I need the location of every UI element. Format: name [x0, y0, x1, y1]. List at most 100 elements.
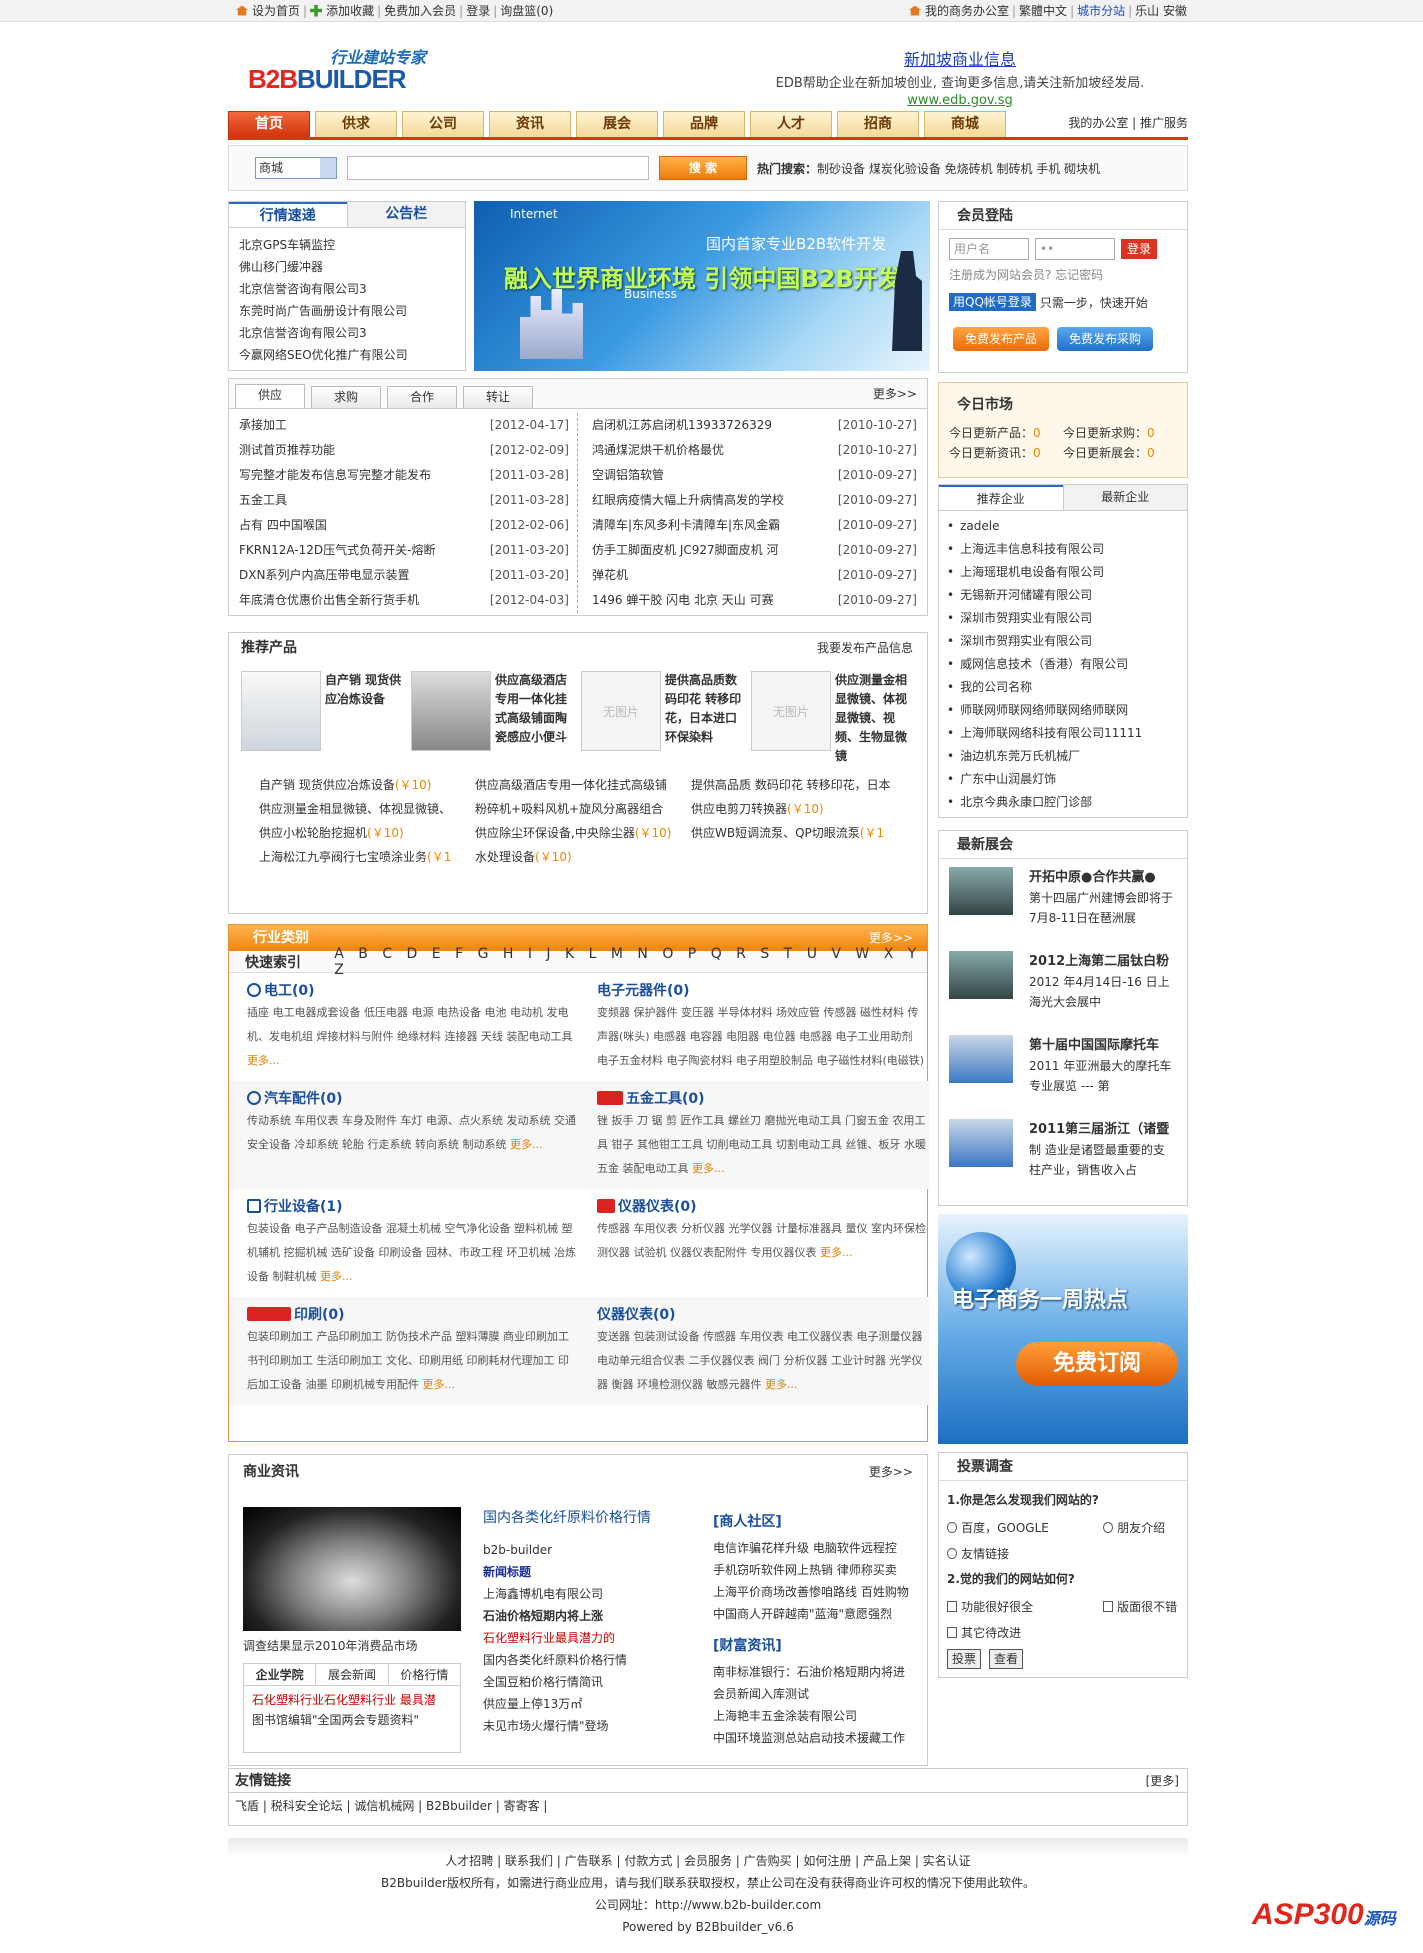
nav-tab-news[interactable]: 资讯 [489, 111, 571, 137]
login-link[interactable]: 登录 [466, 2, 490, 19]
tab-announcement[interactable]: 公告栏 [346, 202, 465, 227]
product-image[interactable] [241, 671, 321, 751]
list-item[interactable]: 会员新闻入库测试 [713, 1683, 923, 1705]
no-image-placeholder[interactable]: 无图片 [751, 671, 831, 751]
category-link[interactable]: 电工(0) [264, 980, 315, 1000]
list-item[interactable]: 承接加工 [2012-04-17] [239, 413, 569, 438]
ecommerce-promo-banner[interactable]: 电子商务一周热点 免费订阅 [938, 1214, 1188, 1444]
tab-expo-news[interactable]: 展会新闻 [315, 1664, 387, 1685]
list-item[interactable]: 上海艳丰五金涂装有限公司 [713, 1705, 923, 1727]
category-more[interactable]: 更多... [510, 1138, 543, 1151]
links-more[interactable]: [更多] [1146, 1769, 1179, 1792]
category-link[interactable]: 电子元器件(0) [597, 980, 690, 1000]
list-item[interactable]: 北京GPS车辆监控 [239, 234, 455, 256]
ad-title[interactable]: 新加坡商业信息 [720, 46, 1200, 70]
product-image[interactable] [411, 671, 491, 751]
radio-baidu-google[interactable] [947, 1521, 958, 1533]
list-item[interactable]: 鸿通煤泥烘干机价格最优 [2010-10-27] [592, 438, 917, 463]
search-input[interactable] [347, 156, 649, 180]
category-link[interactable]: 仪器仪表(0) [618, 1196, 697, 1216]
tab-cooperation[interactable]: 合作 [387, 386, 457, 408]
list-item[interactable]: 电信诈骗花样升级 电脑软件远程控 [713, 1537, 923, 1559]
publish-product-link[interactable]: 我要发布产品信息 [817, 633, 913, 663]
list-item[interactable]: DXN系列户内高压带电显示装置 [2011-03-20] [239, 563, 569, 588]
tab-purchase[interactable]: 求购 [311, 386, 381, 408]
join-member-link[interactable]: 免费加入会员 [384, 2, 456, 19]
nav-tab-invest[interactable]: 招商 [837, 111, 919, 137]
expo-item[interactable]: 开拓中原●合作共赢● 第十四届广州建博会即将于7月8-11日在琶洲展 [939, 859, 1187, 943]
list-item[interactable]: 威网信息技术（香港）有限公司 [947, 653, 1179, 676]
list-item[interactable]: b2b-builder [483, 1539, 703, 1561]
expo-item[interactable]: 第十届中国国际摩托车 2011 年亚洲最大的摩托车专业展览 --- 第 [939, 1027, 1187, 1111]
category-more[interactable]: 更多... [765, 1378, 798, 1391]
register-forgot-links[interactable]: 注册成为网站会员? 忘记密码 [949, 266, 1177, 283]
list-item[interactable]: 南非标准银行：石油价格短期内将进 [713, 1661, 923, 1683]
product-card[interactable]: 供应高级酒店专用一体化挂式高级铺面陶瓷感应小便斗 [411, 671, 575, 775]
free-subscribe-button[interactable]: 免费订阅 [1016, 1342, 1178, 1386]
list-item[interactable]: 上海远丰信息科技有限公司 [947, 538, 1179, 561]
inquiry-basket-link[interactable]: 询盘篮(0) [500, 2, 553, 19]
checkbox-function[interactable] [947, 1600, 958, 1612]
radio-friend-link[interactable] [947, 1547, 958, 1559]
main-banner[interactable]: Internet 国内首家专业B2B软件开发 融入世界商业环境 引领中国B2B开… [474, 201, 930, 371]
list-item[interactable]: 北京今典永康口腔门诊部 [947, 791, 1179, 814]
list-item[interactable]: 上海瑶琨机电设备有限公司 [947, 561, 1179, 584]
list-item[interactable]: 油边机东莞万氏机械厂 [947, 745, 1179, 768]
list-item[interactable]: 供应高级酒店专用一体化挂式高级铺 [475, 775, 691, 795]
category-link[interactable]: 汽车配件(0) [264, 1088, 343, 1108]
list-item[interactable]: 上海鑫博机电有限公司 [483, 1583, 703, 1605]
list-item[interactable]: 今赢网络SEO优化推广有限公司 [239, 344, 455, 366]
category-more[interactable]: 更多... [692, 1162, 725, 1175]
list-item[interactable]: 佛山移门缓冲器 [239, 256, 455, 278]
site-logo[interactable]: 行业建站专家 B2BBUILDER [246, 44, 446, 94]
list-item[interactable]: 供应除尘环保设备,中央除尘器(￥10) [475, 823, 691, 843]
nav-tab-brand[interactable]: 品牌 [663, 111, 745, 137]
list-item[interactable]: 新闻标题 [483, 1561, 703, 1583]
login-button[interactable]: 登录 [1121, 239, 1157, 259]
list-item[interactable]: 测试首页推荐功能 [2012-02-09] [239, 438, 569, 463]
username-input[interactable]: 用户名 [949, 238, 1029, 260]
list-item[interactable]: 粉碎机+吸料风机+旋风分离器组合 [475, 799, 691, 819]
list-item[interactable]: 上海松江九亭阀行七宝喷涂业务(￥1 [259, 847, 475, 867]
nav-tab-home[interactable]: 首页 [228, 111, 310, 137]
list-item[interactable]: 供应WB短调流泵、QP切眼流泵(￥1 [691, 823, 911, 843]
region-link[interactable]: 乐山 安徽 [1135, 2, 1187, 19]
list-item[interactable]: 图书馆编辑"全国两会专题资料" [252, 1710, 452, 1730]
nav-tab-mall[interactable]: 商城 [924, 111, 1006, 137]
list-item[interactable]: FKRN12A-12D压气式负荷开关-熔断 [2011-03-20] [239, 538, 569, 563]
vote-button[interactable]: 投票 [947, 1649, 982, 1669]
list-item[interactable]: 供应电剪刀转换器(￥10) [691, 799, 911, 819]
nav-tab-expo[interactable]: 展会 [576, 111, 658, 137]
category-link[interactable]: 五金工具(0) [626, 1088, 705, 1108]
expo-image[interactable] [949, 867, 1013, 915]
tab-supply[interactable]: 供应 [235, 384, 305, 408]
list-item[interactable]: 手机窃听软件网上热销 律师称买卖 [713, 1559, 923, 1581]
car-caption[interactable]: 调查结果显示2010年消费品市场 [243, 1637, 418, 1654]
list-item[interactable]: 北京信誉咨询有限公司3 [239, 278, 455, 300]
checkbox-layout[interactable] [1103, 1600, 1114, 1612]
wealth-news-heading[interactable]: [财富资讯] [713, 1635, 923, 1657]
category-more[interactable]: 更多... [320, 1270, 353, 1283]
expo-image[interactable] [949, 1035, 1013, 1083]
list-item[interactable]: 石化塑料行业石化塑料行业 最具潜 [252, 1690, 452, 1710]
top-ad[interactable]: 新加坡商业信息 EDB帮助企业在新加坡创业, 查询更多信息,请关注新加坡经发局.… [720, 46, 1200, 108]
category-more[interactable]: 更多... [423, 1378, 456, 1391]
list-item[interactable]: 无锡新开河储罐有限公司 [947, 584, 1179, 607]
list-item[interactable]: 北京信誉咨询有限公司3 [239, 322, 455, 344]
nav-tab-supply[interactable]: 供求 [315, 111, 397, 137]
list-item[interactable]: 广东中山润晨灯饰 [947, 768, 1179, 791]
list-item[interactable]: 1496 蝉干胶 闪电 北京 天山 可赛 [2010-09-27] [592, 588, 917, 613]
list-item[interactable]: 中国环境监测总站启动技术援藏工作 [713, 1727, 923, 1749]
tab-enterprise-academy[interactable]: 企业学院 [244, 1664, 315, 1685]
biz-more-link[interactable]: 更多>> [869, 1455, 913, 1489]
footer-links[interactable]: 人才招聘 | 联系我们 | 广告联系 | 付款方式 | 会员服务 | 广告购买 … [228, 1850, 1188, 1872]
qq-login-button[interactable]: 用QQ帐号登录 [949, 293, 1036, 311]
list-item[interactable]: 石油价格短期内将上涨 [483, 1605, 703, 1627]
view-results-button[interactable]: 查看 [989, 1649, 1024, 1669]
tab-transfer[interactable]: 转让 [463, 386, 533, 408]
list-item[interactable]: 深圳市贺翔实业有限公司 [947, 630, 1179, 653]
list-item[interactable]: zadele [947, 515, 1179, 538]
list-item[interactable]: 深圳市贺翔实业有限公司 [947, 607, 1179, 630]
list-item[interactable]: 全国豆粕价格行情简讯 [483, 1671, 703, 1693]
expo-image[interactable] [949, 1119, 1013, 1167]
